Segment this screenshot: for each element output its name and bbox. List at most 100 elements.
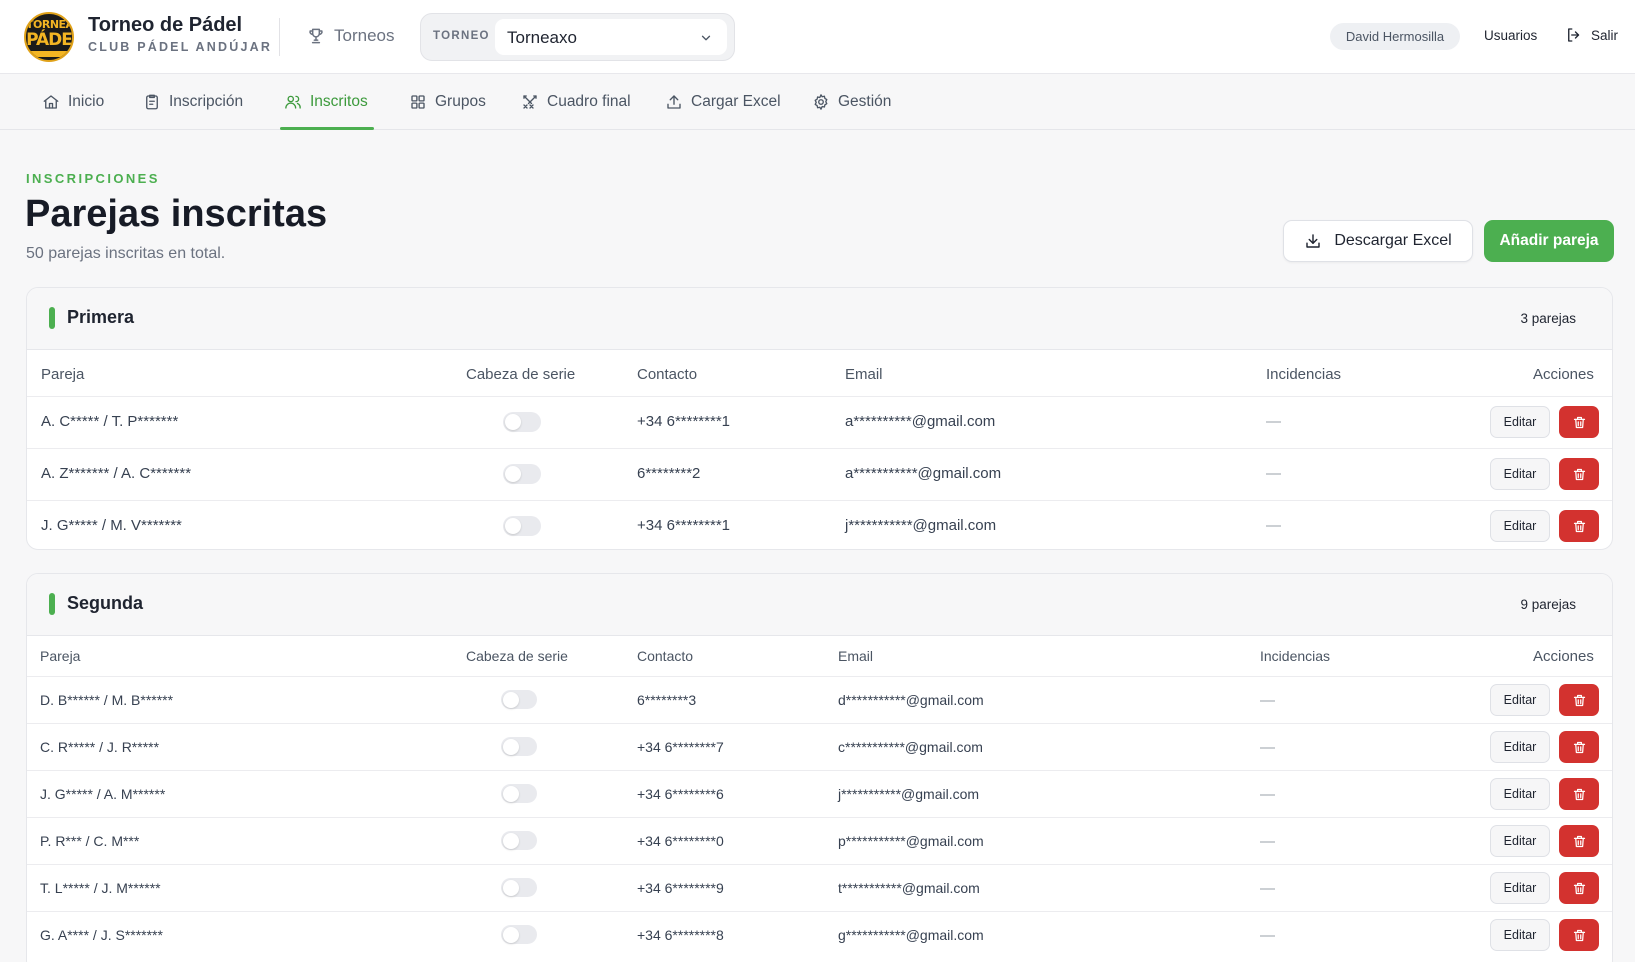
incidents-value: — [1266, 517, 1281, 534]
delete-button[interactable] [1559, 778, 1599, 810]
category-accent-bar [49, 307, 55, 329]
grid-icon [411, 95, 425, 109]
pair-names: C. R***** / J. R***** [40, 739, 160, 755]
edit-button[interactable]: Editar [1490, 825, 1550, 857]
trash-icon [1573, 416, 1585, 428]
table-row: J. G***** / M. V******* +34 6********1 j… [27, 500, 1612, 549]
logo-stripe [30, 51, 68, 57]
user-badge[interactable]: David Hermosilla [1330, 23, 1460, 50]
category-header: Primera 3 parejas [27, 288, 1612, 350]
edit-button[interactable]: Editar [1490, 919, 1550, 951]
tab-inicio[interactable]: Inicio [42, 74, 104, 130]
clipboard-icon [146, 94, 158, 110]
edit-button[interactable]: Editar [1490, 510, 1550, 542]
incidents-value: — [1260, 833, 1275, 850]
seed-toggle[interactable] [501, 737, 537, 756]
category-count: 9 parejas [1520, 597, 1576, 612]
tab-label: Cuadro final [547, 93, 631, 110]
pair-names: D. B****** / M. B****** [40, 692, 174, 708]
edit-button[interactable]: Editar [1490, 872, 1550, 904]
category-count: 3 parejas [1520, 311, 1576, 326]
category-card-segunda: Segunda 9 parejas Pareja Cabeza de serie… [26, 573, 1613, 962]
edit-button[interactable]: Editar [1490, 684, 1550, 716]
trash-icon [1573, 929, 1585, 941]
seed-toggle[interactable] [503, 412, 541, 432]
delete-button[interactable] [1559, 458, 1599, 490]
page-title: Parejas inscritas [25, 193, 328, 235]
seed-toggle[interactable] [501, 925, 537, 944]
tab-cuadro-final[interactable]: Cuadro final [521, 74, 631, 130]
trash-icon [1573, 741, 1585, 753]
category-name: Primera [67, 307, 135, 327]
contact-email: c***********@gmail.com [838, 739, 983, 755]
contact-email: g***********@gmail.com [838, 927, 984, 943]
logout-icon [1568, 28, 1580, 42]
table-row: C. R***** / J. R***** +34 6********7 c**… [27, 723, 1612, 770]
trash-icon [1573, 694, 1585, 706]
category-accent-bar [49, 593, 55, 615]
section-eyebrow: INSCRIPCIONES [26, 171, 160, 186]
tab-cargar-excel[interactable]: Cargar Excel [665, 74, 781, 130]
users-icon [285, 95, 301, 109]
contact-phone: +34 6********7 [637, 739, 724, 755]
delete-button[interactable] [1559, 919, 1599, 951]
tournament-select[interactable]: Torneaxo [495, 19, 727, 55]
delete-button[interactable] [1559, 825, 1599, 857]
trash-icon [1573, 835, 1585, 847]
download-icon [1306, 234, 1321, 248]
edit-button[interactable]: Editar [1490, 731, 1550, 763]
edit-button[interactable]: Editar [1490, 778, 1550, 810]
tab-inscripcion[interactable]: Inscripción [143, 74, 243, 130]
column-header-cabeza-de-serie: Cabeza de serie [466, 366, 576, 383]
contact-phone: +34 6********0 [637, 833, 724, 849]
torneos-link[interactable]: Torneos [306, 24, 394, 48]
contact-phone: +34 6********6 [637, 786, 724, 802]
pair-names: T. L***** / J. M****** [40, 880, 161, 896]
tab-inscritos[interactable]: Inscritos [280, 74, 374, 130]
delete-button[interactable] [1559, 684, 1599, 716]
table-row: A. C***** / T. P******* +34 6********1 a… [27, 396, 1612, 448]
tab-label: Gestión [838, 93, 892, 110]
tournament-select-value: Torneaxo [507, 28, 577, 47]
table-row: A. Z******* / A. C******* 6********2 a**… [27, 448, 1612, 500]
table-row: J. G***** / A. M****** +34 6********6 j*… [27, 770, 1612, 817]
delete-button[interactable] [1559, 731, 1599, 763]
category-header: Segunda 9 parejas [27, 574, 1612, 636]
tournament-selector[interactable]: TORNEO Torneaxo [420, 13, 735, 61]
delete-button[interactable] [1559, 406, 1599, 438]
column-header-pareja: Pareja [41, 366, 85, 383]
tab-label: Inscripción [169, 93, 244, 110]
usuarios-link[interactable]: Usuarios [1484, 28, 1537, 43]
tab-label: Cargar Excel [691, 93, 781, 110]
category-name: Segunda [67, 593, 144, 613]
download-excel-button[interactable]: Descargar Excel [1283, 220, 1473, 262]
incidents-value: — [1260, 880, 1275, 897]
upload-icon [667, 95, 681, 109]
edit-button[interactable]: Editar [1490, 406, 1550, 438]
edit-button[interactable]: Editar [1490, 458, 1550, 490]
seed-toggle[interactable] [501, 831, 537, 850]
gear-icon [814, 94, 828, 110]
seed-toggle[interactable] [503, 464, 541, 484]
column-header-incidencias: Incidencias [1260, 648, 1331, 664]
seed-toggle[interactable] [501, 878, 537, 897]
delete-button[interactable] [1559, 872, 1599, 904]
seed-toggle[interactable] [501, 784, 537, 803]
delete-button[interactable] [1559, 510, 1599, 542]
tab-label: Inicio [68, 93, 105, 110]
contact-phone: +34 6********1 [637, 517, 730, 534]
contact-phone: 6********2 [637, 465, 701, 482]
trash-icon [1573, 468, 1585, 480]
seed-toggle[interactable] [501, 690, 537, 709]
chevron-down-icon [701, 35, 711, 41]
top-header: TORNEA PÁDE Torneo de Pádel CLUB PÁDEL A… [0, 0, 1635, 74]
tab-grupos[interactable]: Grupos [409, 74, 486, 130]
add-pair-button[interactable]: Añadir pareja [1484, 220, 1614, 262]
tab-gestion[interactable]: Gestión [812, 74, 891, 130]
swords-icon [523, 95, 537, 109]
club-logo[interactable]: TORNEA PÁDE [24, 12, 74, 62]
incidents-value: — [1266, 413, 1281, 430]
seed-toggle[interactable] [503, 516, 541, 536]
logout-button[interactable]: Salir [1565, 26, 1618, 44]
table-row: P. R*** / C. M*** +34 6********0 p******… [27, 817, 1612, 864]
